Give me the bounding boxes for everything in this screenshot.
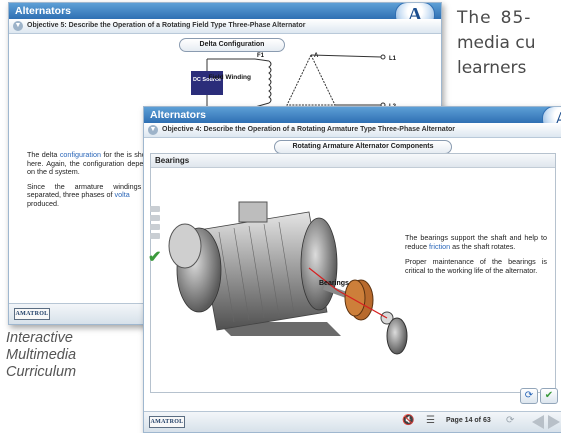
promo-text: The 85- media cu learners [457,6,561,81]
window-title: Alternators [9,3,441,19]
tool-icon[interactable] [150,233,160,239]
voltage-link[interactable]: volta [115,190,130,200]
content-panel: Bearings Bearings The bearings support t… [150,153,556,393]
lesson-text: The bearings support the shaft and help … [405,233,547,282]
alternator-illustration [168,201,408,355]
control-buttons: ⟳ ✔ [520,388,558,404]
tool-icon[interactable] [150,215,160,221]
forward-arrow-icon[interactable] [548,415,560,429]
page-indicator: Page 14 of 63 [446,417,491,424]
terminal-box [238,201,268,223]
right-end-bell [300,217,338,311]
front-lesson-window: Alternators A ▼ Objective 4: Describe th… [143,106,561,433]
refresh-icon[interactable]: ⟳ [520,388,538,404]
bearings-label: Bearings [319,280,349,287]
chevron-down-icon[interactable]: ▼ [148,125,158,135]
l1-label: L1 [389,56,397,62]
amatrol-logo: AMATROL [14,308,50,320]
objective-text: Objective 5: Describe the Operation of a… [27,22,306,29]
tool-icon[interactable] [150,224,160,230]
field-coil [268,60,272,104]
paragraph-1: The delta configuration for the is shown… [27,150,155,177]
paragraph-2: Since the armature windings a separated,… [27,181,155,208]
node-a: A [314,53,319,59]
section-pill: Rotating Armature Alternator Components [274,140,452,154]
objective-bar[interactable]: ▼ Objective 4: Describe the Operation of… [144,123,561,138]
back-arrow-icon[interactable] [532,415,544,429]
refresh-icon[interactable]: ⟳ [506,415,514,426]
rotor-armature [344,279,374,321]
lesson-text: The delta configuration for the is shown… [27,150,155,215]
right-end-plate [386,317,408,355]
chevron-down-icon[interactable]: ▼ [13,21,23,31]
promo-line-2: media cu [457,33,536,53]
paragraph-1: The bearings support the shaft and help … [405,233,547,251]
check-icon: ✔ [148,249,162,266]
menu-icon[interactable]: ☰ [426,415,435,426]
objective-text: Objective 4: Describe the Operation of a… [162,126,456,133]
caption-line-3: Curriculum [6,364,77,380]
f1-label: F1 [257,53,265,59]
field-label: Field Winding [208,74,251,81]
mute-icon[interactable]: 🔇 [402,415,414,426]
left-bearing-cap [168,223,202,269]
window-footer: AMATROL 🔇 ☰ Page 14 of 63 ⟳ [144,411,561,432]
caption: Interactive Multimedia Curriculum [6,330,76,381]
amatrol-logo: AMATROL [149,416,185,428]
caption-line-1: Interactive [6,330,73,346]
window-title: Alternators [144,107,561,123]
friction-link[interactable]: friction [429,242,450,251]
side-toolbar [150,203,164,283]
tool-icon[interactable] [150,206,160,212]
check-icon[interactable]: ✔ [540,388,558,404]
caption-line-2: Multimedia [6,347,77,363]
delta-triangle [286,53,336,106]
promo-line-1: The 85- [457,8,532,28]
objective-bar[interactable]: ▼ Objective 5: Describe the Operation of… [9,19,441,34]
promo-line-3: learners [457,58,527,78]
paragraph-2: Proper maintenance of the bearings is cr… [405,257,547,275]
panel-title: Bearings [151,154,555,168]
